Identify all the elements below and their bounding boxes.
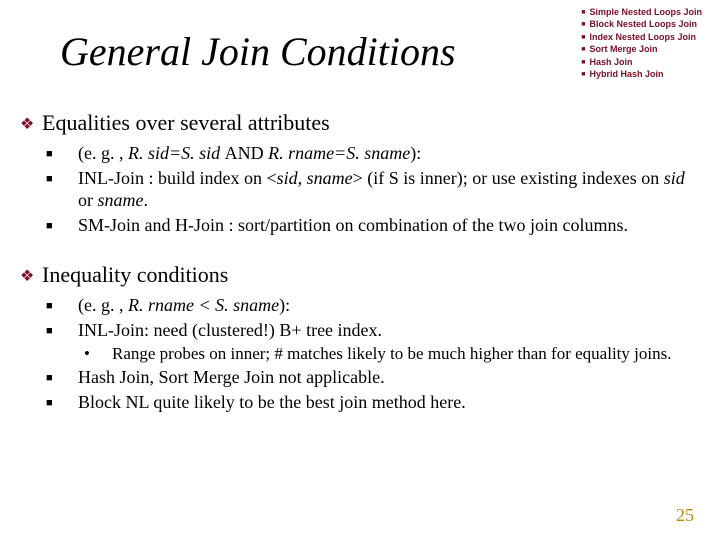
section-heading: ❖Equalities over several attributes xyxy=(20,110,700,136)
list-item: Simple Nested Loops Join xyxy=(581,6,702,18)
diamond-bullet-icon: ❖ xyxy=(20,114,42,134)
slide: General Join Conditions Simple Nested Lo… xyxy=(0,0,720,540)
content-area: ❖Equalities over several attributes ■(e.… xyxy=(20,100,700,415)
heading-text: Inequality conditions xyxy=(42,262,228,287)
bullet-text: (e. g. , R. rname < S. sname): xyxy=(78,295,290,315)
page-number: 25 xyxy=(676,505,694,526)
spacer xyxy=(20,238,700,252)
bullet-text: Block NL quite likely to be the best joi… xyxy=(78,392,466,412)
square-bullet-icon: ■ xyxy=(62,372,78,386)
list-item: Block Nested Loops Join xyxy=(581,18,702,30)
list-item: Hash Join xyxy=(581,56,702,68)
bullet-item: ■Block NL quite likely to be the best jo… xyxy=(62,391,700,414)
bullet-item: ■(e. g. , R. sid=S. sid AND R. rname=S. … xyxy=(62,142,700,165)
dot-bullet-icon: • xyxy=(98,343,112,364)
diamond-bullet-icon: ❖ xyxy=(20,266,42,286)
bullet-text: Range probes on inner; # matches likely … xyxy=(112,344,671,363)
bullet-item: ■INL-Join : build index on <sid, sname> … xyxy=(62,167,700,212)
join-types-list: Simple Nested Loops Join Block Nested Lo… xyxy=(581,6,702,81)
bullet-item: ■Hash Join, Sort Merge Join not applicab… xyxy=(62,366,700,389)
square-bullet-icon: ■ xyxy=(62,220,78,234)
bullet-text: INL-Join: need (clustered!) B+ tree inde… xyxy=(78,320,382,340)
bullet-item: ■INL-Join: need (clustered!) B+ tree ind… xyxy=(62,319,700,342)
list-item: Sort Merge Join xyxy=(581,43,702,55)
section-heading: ❖Inequality conditions xyxy=(20,262,700,288)
list-item: Hybrid Hash Join xyxy=(581,68,702,80)
square-bullet-icon: ■ xyxy=(62,300,78,314)
bullet-text: SM-Join and H-Join : sort/partition on c… xyxy=(78,215,628,235)
bullet-item: ■(e. g. , R. rname < S. sname): xyxy=(62,294,700,317)
list-item: Index Nested Loops Join xyxy=(581,31,702,43)
square-bullet-icon: ■ xyxy=(62,173,78,187)
slide-title: General Join Conditions xyxy=(60,28,456,75)
bullet-text: INL-Join : build index on <sid, sname> (… xyxy=(78,168,685,211)
bullet-text: Hash Join, Sort Merge Join not applicabl… xyxy=(78,367,385,387)
square-bullet-icon: ■ xyxy=(62,148,78,162)
square-bullet-icon: ■ xyxy=(62,397,78,411)
bullet-text: (e. g. , R. sid=S. sid AND R. rname=S. s… xyxy=(78,143,421,163)
bullet-item: ■SM-Join and H-Join : sort/partition on … xyxy=(62,214,700,237)
square-bullet-icon: ■ xyxy=(62,325,78,339)
heading-text: Equalities over several attributes xyxy=(42,110,330,135)
sub-bullet-item: •Range probes on inner; # matches likely… xyxy=(98,343,700,364)
